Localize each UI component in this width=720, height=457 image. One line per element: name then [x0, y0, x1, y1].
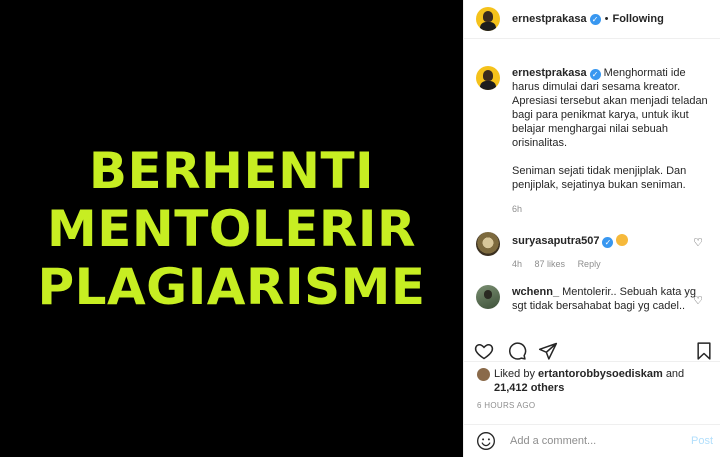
- share-icon[interactable]: [538, 341, 558, 361]
- comments-section: ernestprakasa ✓ Menghormati ide harus dim…: [464, 40, 720, 361]
- post-image[interactable]: BERHENTI MENTOLERIR PLAGIARISME: [0, 0, 463, 457]
- caption: ernestprakasa ✓ Menghormati ide harus dim…: [476, 66, 712, 216]
- comment-input[interactable]: [510, 435, 680, 447]
- likes-summary: Liked by ertantorobbysoediskam and 21,41…: [477, 367, 709, 395]
- image-text: BERHENTI MENTOLERIR PLAGIARISME: [37, 142, 425, 316]
- comment-2: wchenn_ Mentolerir.. Sebuah kata yg sgt …: [476, 285, 702, 313]
- caption-paragraph-2: Seniman sejati tidak menjiplak. Dan penj…: [512, 165, 687, 191]
- comment-body: wchenn_ Mentolerir.. Sebuah kata yg sgt …: [512, 285, 702, 313]
- comment-icon[interactable]: [507, 341, 527, 361]
- image-text-line-2: MENTOLERIR: [46, 199, 416, 258]
- post-sidebar: ernestprakasa ✓ • Following ernestprakas…: [463, 0, 720, 457]
- clapping-hands-icon: [616, 234, 629, 246]
- caption-time: 6h: [512, 204, 523, 214]
- caption-paragraph-1: Menghormati ide harus dimulai dari sesam…: [512, 67, 708, 149]
- comment-body: suryasaputra507 ✓ 4h 87 likes Reply: [512, 232, 712, 271]
- action-bar: [474, 341, 714, 361]
- comment-time: 4h: [512, 259, 523, 269]
- liker-avatar[interactable]: [477, 368, 490, 381]
- caption-body: ernestprakasa ✓ Menghormati ide harus dim…: [512, 66, 712, 216]
- image-text-line-3: PLAGIARISME: [37, 257, 426, 316]
- reply-button[interactable]: Reply: [578, 259, 601, 269]
- post-timestamp[interactable]: 6 HOURS AGO: [477, 401, 535, 410]
- liker-username[interactable]: ertantorobbysoediskam: [538, 368, 663, 380]
- comment-1: suryasaputra507 ✓ 4h 87 likes Reply: [476, 232, 712, 271]
- following-button[interactable]: Following: [612, 13, 663, 25]
- caption-avatar[interactable]: [476, 66, 500, 90]
- and-label: and: [665, 368, 685, 380]
- post-button[interactable]: Post: [691, 435, 713, 447]
- instagram-post: BERHENTI MENTOLERIR PLAGIARISME ernestpr…: [0, 0, 720, 457]
- header-username[interactable]: ernestprakasa: [512, 13, 587, 25]
- heart-icon[interactable]: [474, 341, 494, 361]
- verified-icon: ✓: [589, 69, 601, 80]
- bookmark-icon[interactable]: [694, 341, 714, 361]
- post-header: ernestprakasa ✓ • Following: [464, 0, 720, 39]
- comment-meta: 4h 87 likes Reply: [512, 257, 712, 271]
- separator-dot: •: [604, 13, 609, 25]
- comment-avatar[interactable]: [476, 285, 500, 309]
- add-comment-bar: Post: [464, 424, 720, 457]
- avatar[interactable]: [476, 7, 500, 31]
- verified-icon: ✓: [602, 237, 614, 248]
- verified-icon: ✓: [589, 13, 601, 25]
- liked-by-label: Liked by: [494, 368, 535, 380]
- likes-text: Liked by ertantorobbysoediskam and 21,41…: [494, 367, 709, 395]
- comment-like-heart-icon[interactable]: ♡: [693, 236, 703, 249]
- comment-username[interactable]: suryasaputra507: [512, 235, 599, 247]
- comment-likes[interactable]: 87 likes: [535, 259, 566, 269]
- emoji-icon[interactable]: [476, 431, 496, 451]
- image-text-line-1: BERHENTI: [88, 141, 375, 200]
- comment-avatar[interactable]: [476, 232, 500, 256]
- comment-username[interactable]: wchenn_: [512, 286, 559, 298]
- caption-username[interactable]: ernestprakasa: [512, 67, 587, 79]
- comment-like-heart-icon[interactable]: ♡: [693, 294, 703, 307]
- others-count[interactable]: 21,412 others: [494, 382, 564, 394]
